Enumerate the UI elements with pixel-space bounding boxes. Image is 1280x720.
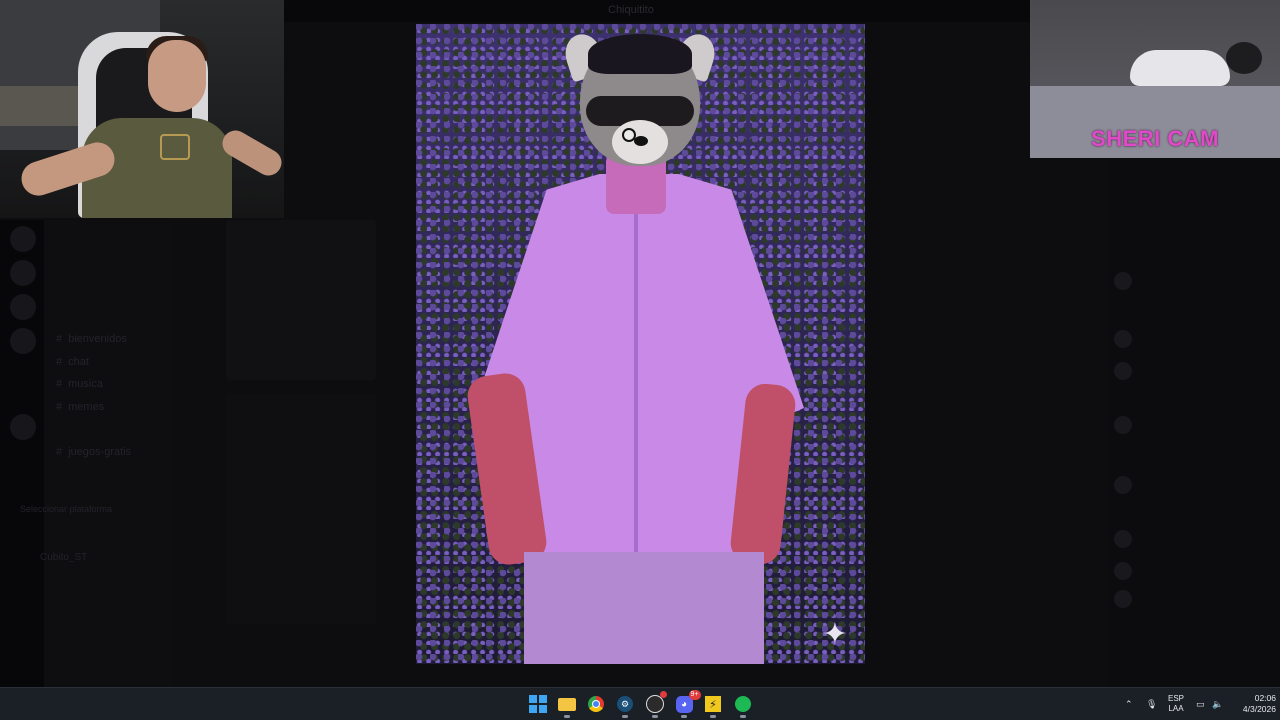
recording-dot-icon — [660, 691, 667, 698]
background-app-title: Chiquitito — [608, 4, 654, 16]
zoom-cursor-icon — [622, 128, 636, 142]
active-indicator — [622, 715, 628, 718]
message-thumbnail — [226, 394, 376, 624]
keyboard-layout: LAA — [1168, 704, 1184, 713]
cat-cam: SHERI CAM — [1030, 0, 1280, 158]
spotify-icon — [735, 696, 751, 712]
microphone-icon[interactable]: 🎙 — [1146, 688, 1157, 720]
raccoon-nose — [634, 136, 648, 146]
discord-button[interactable]: ◕ 9+ — [674, 689, 701, 714]
active-indicator — [564, 715, 570, 718]
streamer-face — [148, 40, 206, 112]
figure-jeans — [524, 552, 764, 664]
ai-sparkle-icon[interactable]: ✦ — [820, 620, 850, 650]
member-avatar[interactable] — [1114, 362, 1132, 380]
platform-selector[interactable]: Seleccionar plataforma — [20, 504, 112, 514]
steam-icon: ⚙ — [617, 696, 633, 712]
member-avatar[interactable] — [1114, 272, 1132, 290]
discord-icon: ◕ 9+ — [675, 689, 701, 713]
member-avatar[interactable] — [1114, 590, 1132, 608]
language-code: ESP — [1168, 694, 1185, 703]
channel-item[interactable]: # bienvenidos — [56, 333, 127, 345]
webcam-shelf — [0, 86, 90, 126]
obs-icon — [646, 691, 667, 713]
server-icon[interactable] — [10, 414, 36, 440]
folder-icon — [558, 697, 576, 711]
member-avatar[interactable] — [1114, 476, 1132, 494]
channel-item[interactable]: # chat — [56, 356, 89, 368]
server-icon[interactable] — [10, 328, 36, 354]
active-indicator — [710, 715, 716, 718]
show-hidden-icons-chevron-icon[interactable]: ⌃ — [1125, 688, 1133, 720]
cat-head — [1226, 42, 1262, 74]
server-list — [0, 220, 44, 688]
channel-item[interactable]: # memes — [56, 401, 104, 413]
active-indicator — [681, 715, 687, 718]
server-icon[interactable] — [10, 260, 36, 286]
shirt-logo — [160, 134, 190, 160]
member-avatar[interactable] — [1114, 562, 1132, 580]
spotify-button[interactable] — [733, 694, 753, 714]
obs-button[interactable] — [645, 691, 667, 714]
channel-item[interactable]: # juegos-gratis — [56, 446, 131, 458]
member-avatar[interactable] — [1114, 416, 1132, 434]
volume-icon[interactable]: 🔈 — [1212, 688, 1223, 720]
chrome-button[interactable] — [586, 694, 606, 714]
member-avatar[interactable] — [1114, 530, 1132, 548]
image-viewer[interactable]: ✦ — [416, 24, 865, 664]
message-thumbnail — [226, 220, 376, 380]
network-icon[interactable]: ▭ — [1196, 688, 1205, 720]
active-indicator — [652, 715, 658, 718]
taskbar: ⚙ ◕ 9+ ⚡ ⌃ 🎙 ESP LAA ▭ 🔈 02:06 4/3/2026 — [0, 687, 1280, 720]
cat-cam-label: SHERI CAM — [1091, 126, 1219, 151]
clock-date: 4/3/2026 — [1242, 704, 1276, 714]
winamp-button[interactable]: ⚡ — [703, 694, 723, 714]
winamp-icon: ⚡ — [705, 696, 721, 712]
raccoon-hair — [588, 34, 692, 74]
clock-time: 02:06 — [1254, 693, 1276, 703]
language-indicator[interactable]: ESP LAA — [1168, 694, 1184, 714]
cat-body — [1130, 50, 1230, 86]
streamer-webcam — [0, 0, 284, 218]
server-icon[interactable] — [10, 294, 36, 320]
user-panel-name: Cubito_ST — [40, 552, 88, 563]
server-icon[interactable] — [10, 226, 36, 252]
member-list — [1108, 160, 1280, 688]
chrome-icon — [588, 696, 604, 712]
windows-icon — [529, 695, 547, 713]
shirt-placket — [634, 194, 638, 554]
start-button[interactable] — [528, 694, 548, 714]
clock[interactable]: 02:06 4/3/2026 — [1232, 693, 1276, 715]
member-avatar[interactable] — [1114, 330, 1132, 348]
discord-notification-badge: 9+ — [688, 689, 701, 700]
channel-item[interactable]: # musica — [56, 378, 103, 390]
active-indicator — [740, 715, 746, 718]
steam-button[interactable]: ⚙ — [615, 694, 635, 714]
file-explorer-button[interactable] — [557, 694, 577, 714]
